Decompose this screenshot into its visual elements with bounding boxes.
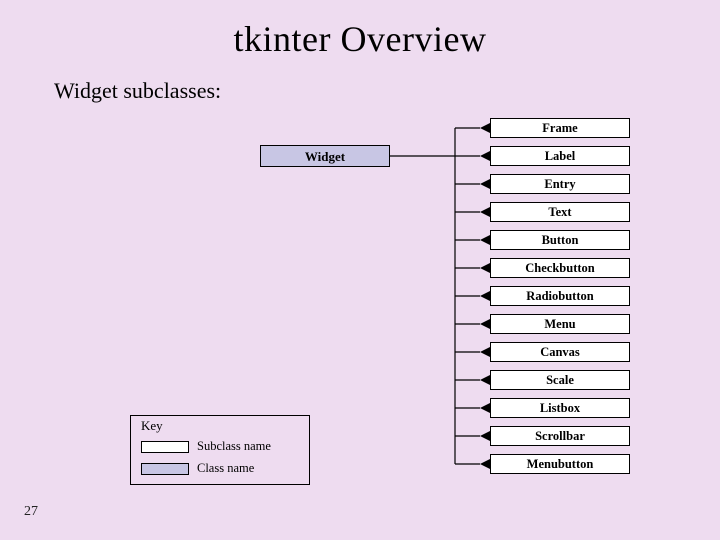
subclass-box: Label: [490, 146, 630, 166]
arrow-head-icon: [480, 431, 490, 441]
legend-title: Key: [141, 418, 163, 434]
subclass-box: Scrollbar: [490, 426, 630, 446]
arrow-head-icon: [480, 347, 490, 357]
legend-box: Key Subclass name Class name: [130, 415, 310, 485]
legend-label-subclass: Subclass name: [197, 439, 271, 454]
arrow-head-icon: [480, 319, 490, 329]
legend-swatch-subclass: [141, 441, 189, 453]
arrow-head-icon: [480, 207, 490, 217]
subclass-box: Text: [490, 202, 630, 222]
legend-label-class: Class name: [197, 461, 254, 476]
parent-class-box: Widget: [260, 145, 390, 167]
legend-swatch-class: [141, 463, 189, 475]
arrow-head-icon: [480, 179, 490, 189]
arrow-head-icon: [480, 459, 490, 469]
arrow-head-icon: [480, 403, 490, 413]
subclass-box: Menu: [490, 314, 630, 334]
subclass-box: Menubutton: [490, 454, 630, 474]
subclass-box: Listbox: [490, 398, 630, 418]
slide-title: tkinter Overview: [0, 18, 720, 60]
subheading: Widget subclasses:: [54, 78, 221, 104]
arrow-head-icon: [480, 151, 490, 161]
subclass-box: Scale: [490, 370, 630, 390]
subclass-box: Entry: [490, 174, 630, 194]
arrow-head-icon: [480, 235, 490, 245]
page-number: 27: [24, 504, 38, 520]
subclass-box: Canvas: [490, 342, 630, 362]
subclass-box: Checkbutton: [490, 258, 630, 278]
subclass-box: Radiobutton: [490, 286, 630, 306]
arrow-head-icon: [480, 123, 490, 133]
subclass-box: Frame: [490, 118, 630, 138]
subclass-box: Button: [490, 230, 630, 250]
arrow-head-icon: [480, 375, 490, 385]
arrow-head-icon: [480, 291, 490, 301]
arrow-head-icon: [480, 263, 490, 273]
